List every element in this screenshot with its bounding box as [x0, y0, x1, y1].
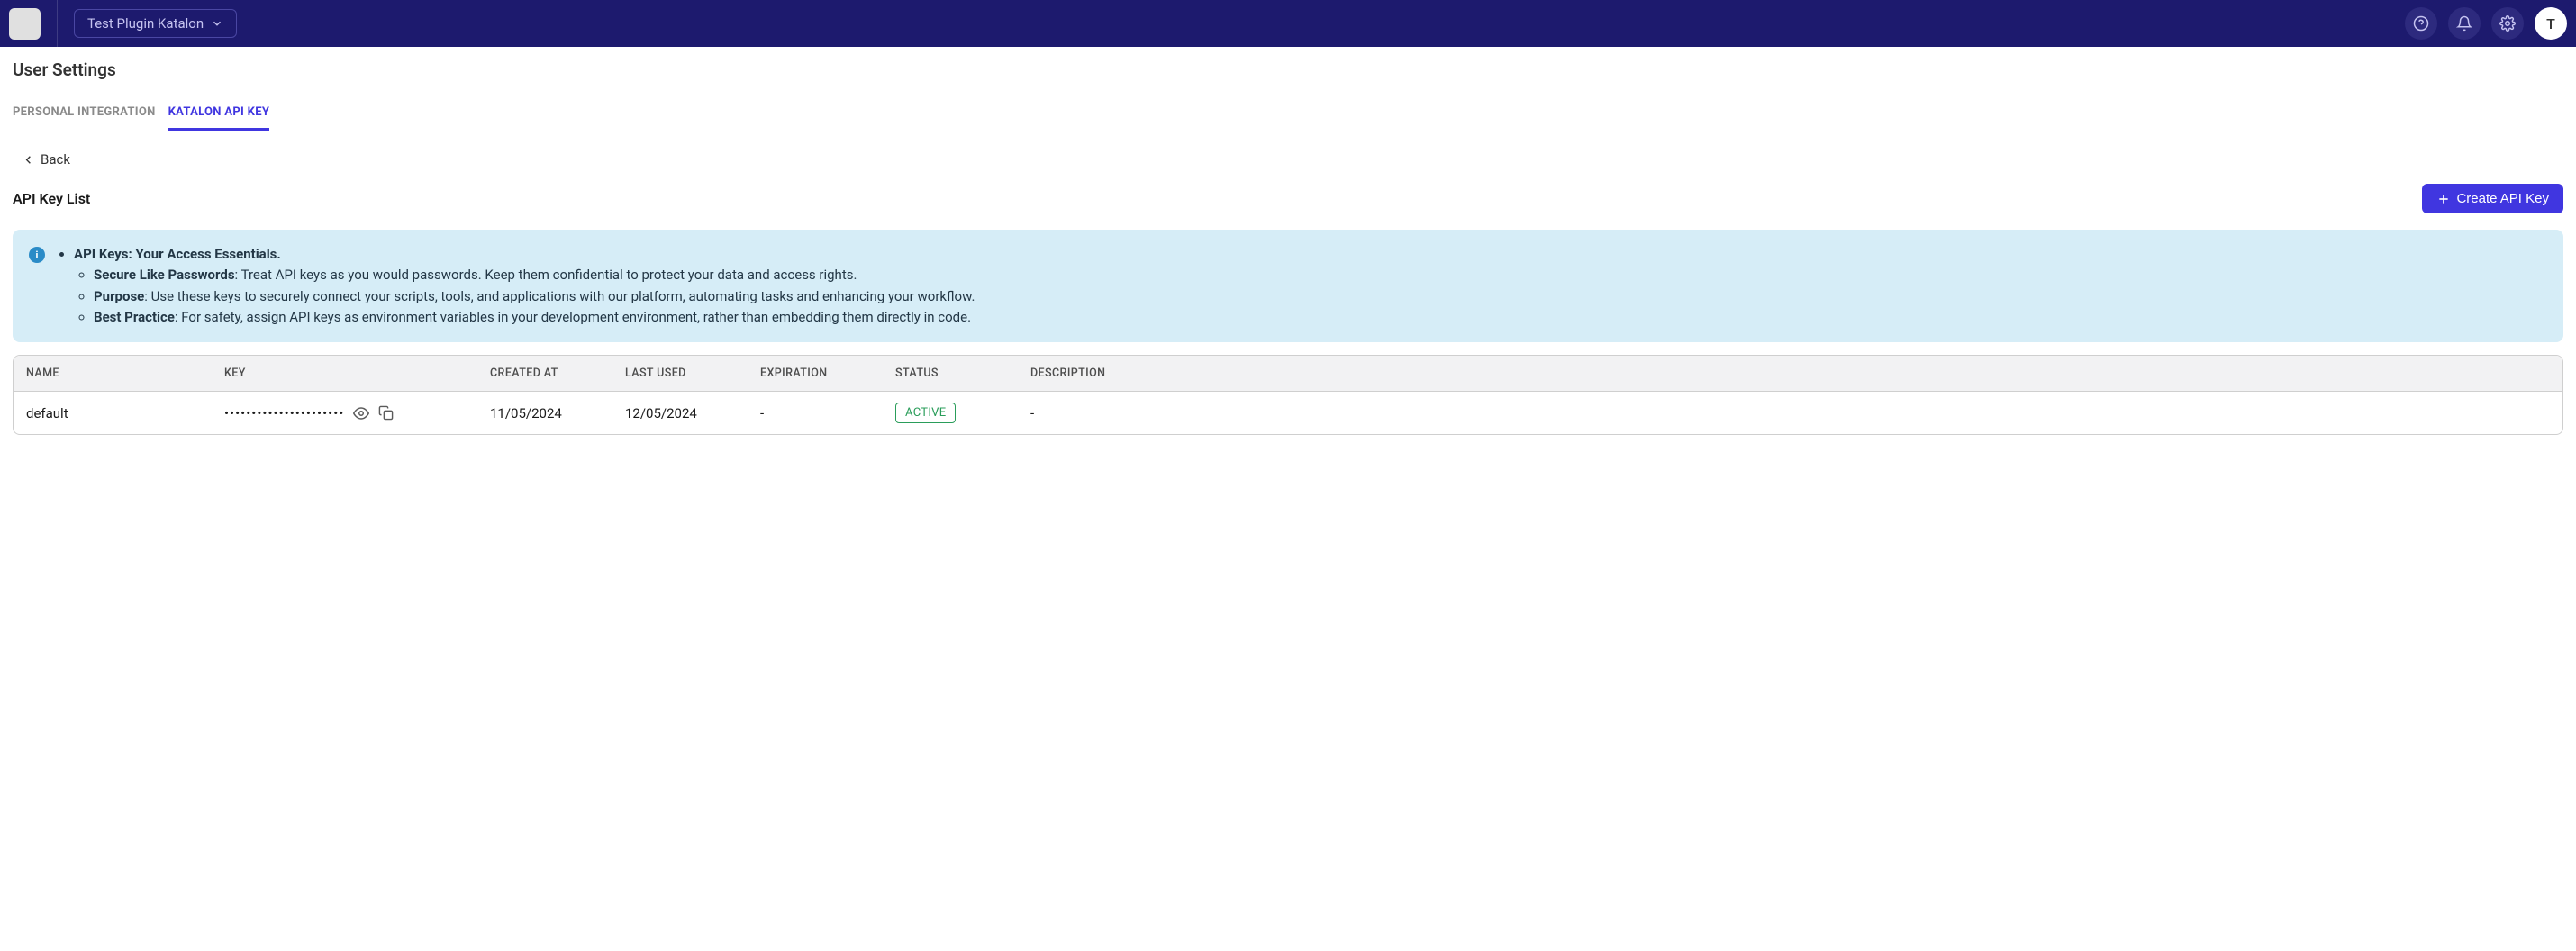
chevron-down-icon [211, 17, 223, 30]
topbar: Test Plugin Katalon T [0, 0, 2576, 47]
settings-button[interactable] [2491, 7, 2524, 40]
project-selector[interactable]: Test Plugin Katalon [74, 9, 237, 38]
info-item: Purpose: Use these keys to securely conn… [94, 286, 975, 307]
avatar[interactable]: T [2535, 7, 2567, 40]
page-title: User Settings [13, 59, 2563, 80]
th-description: DESCRIPTION [1030, 367, 2550, 380]
key-mask: •••••••••••••••••••••• [224, 405, 344, 421]
th-created-at: CREATED AT [490, 367, 625, 380]
cell-created-at: 11/05/2024 [490, 405, 625, 421]
cell-status: ACTIVE [895, 403, 1030, 423]
info-box: i API Keys: Your Access Essentials. Secu… [13, 230, 2563, 342]
tab-katalon-api-key[interactable]: KATALON API KEY [168, 96, 270, 131]
notifications-button[interactable] [2448, 7, 2481, 40]
info-heading: API Keys: Your Access Essentials. [74, 246, 281, 262]
th-last-used: LAST USED [625, 367, 760, 380]
help-button[interactable] [2405, 7, 2437, 40]
table-header: NAME KEY CREATED AT LAST USED EXPIRATION… [14, 356, 2562, 392]
avatar-letter: T [2546, 15, 2555, 32]
cell-last-used: 12/05/2024 [625, 405, 760, 421]
copy-key-button[interactable] [378, 405, 394, 421]
chevron-left-icon [22, 153, 35, 167]
th-expiration: EXPIRATION [760, 367, 895, 380]
project-name: Test Plugin Katalon [87, 15, 204, 32]
info-item: Secure Like Passwords: Treat API keys as… [94, 265, 975, 285]
table-row: default •••••••••••••••••••••• 11/05/202… [14, 392, 2562, 434]
help-icon [2413, 15, 2429, 32]
back-link[interactable]: Back [22, 151, 70, 168]
app-logo[interactable] [9, 8, 41, 40]
info-content: API Keys: Your Access Essentials. Secure… [58, 244, 975, 328]
section-title: API Key List [13, 190, 90, 207]
copy-icon [378, 405, 394, 421]
create-api-key-label: Create API Key [2456, 191, 2549, 206]
back-label: Back [41, 151, 70, 168]
gear-icon [2499, 15, 2516, 32]
eye-icon [353, 405, 369, 421]
section-header: API Key List Create API Key [13, 184, 2563, 213]
bell-icon [2456, 15, 2472, 32]
th-key: KEY [224, 367, 490, 380]
cell-key: •••••••••••••••••••••• [224, 405, 490, 421]
topbar-divider [57, 0, 58, 47]
cell-description: - [1030, 405, 2550, 421]
reveal-key-button[interactable] [353, 405, 369, 421]
create-api-key-button[interactable]: Create API Key [2422, 184, 2563, 213]
tabs: PERSONAL INTEGRATION KATALON API KEY [13, 96, 2563, 131]
cell-expiration: - [760, 405, 895, 421]
plus-icon [2436, 192, 2451, 206]
api-key-table: NAME KEY CREATED AT LAST USED EXPIRATION… [13, 355, 2563, 435]
tab-personal-integration[interactable]: PERSONAL INTEGRATION [13, 96, 156, 131]
cell-name: default [26, 405, 224, 421]
info-item: Best Practice: For safety, assign API ke… [94, 307, 975, 328]
info-icon: i [29, 247, 45, 263]
th-status: STATUS [895, 367, 1030, 380]
status-badge: ACTIVE [895, 403, 956, 423]
th-name: NAME [26, 367, 224, 380]
